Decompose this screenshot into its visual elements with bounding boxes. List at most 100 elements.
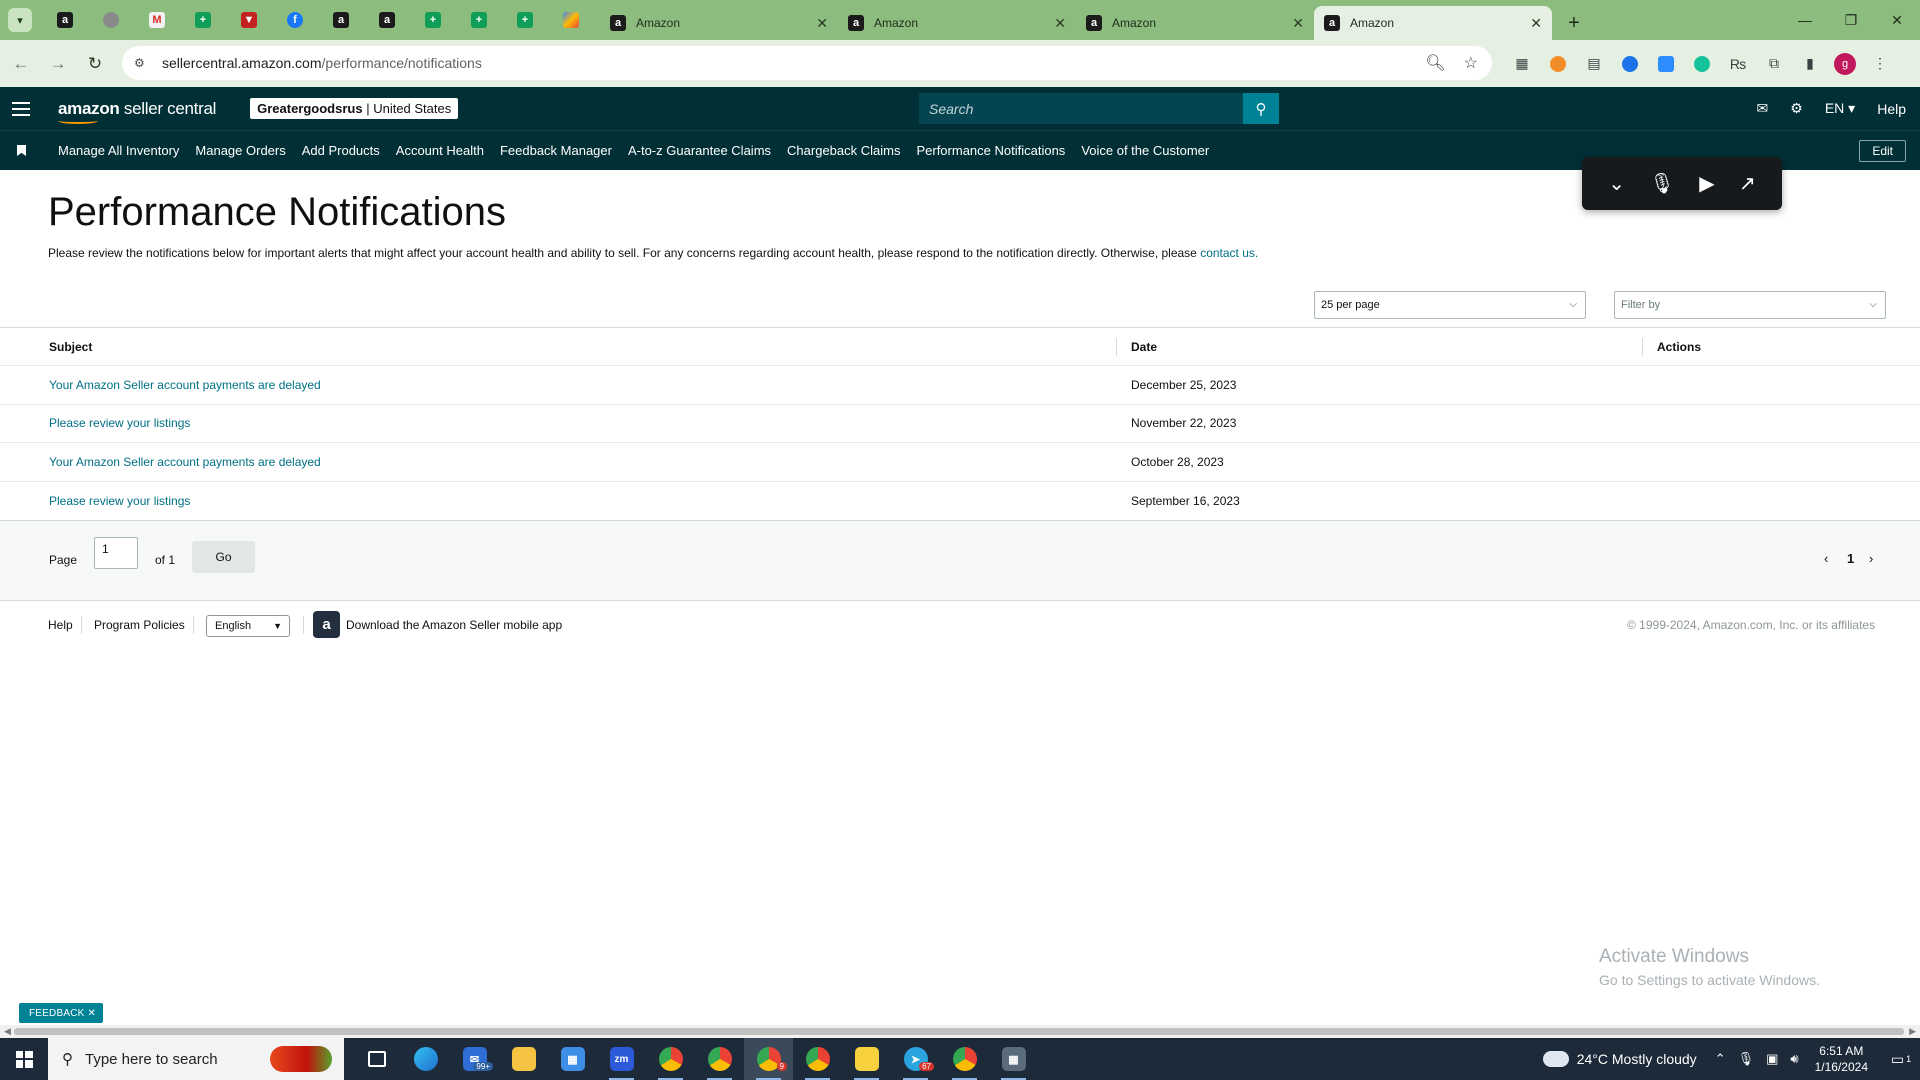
grammarly-icon[interactable] [1690, 52, 1714, 76]
more-menu-icon[interactable]: ⋮ [1868, 52, 1892, 76]
language-dropdown[interactable]: English ▼ [206, 615, 290, 637]
profile-avatar[interactable]: g [1834, 52, 1856, 75]
pinned-tab-facebook[interactable]: f [272, 0, 318, 40]
taskbar-chrome-3[interactable] [793, 1038, 842, 1080]
pinned-tab-multicolor[interactable] [548, 0, 594, 40]
back-button[interactable]: ← [5, 48, 37, 80]
store-selector[interactable]: Greatergoodsrus | United States [250, 98, 459, 119]
feedback-button[interactable]: FEEDBACK ✕ [19, 1003, 104, 1023]
contact-us-link[interactable]: contact us. [1200, 246, 1258, 260]
start-button[interactable] [0, 1038, 48, 1080]
pinned-tab-sheets[interactable]: + [180, 0, 226, 40]
minimize-button[interactable]: — [1782, 0, 1828, 40]
microphone-icon[interactable]: 🎙︎ [1738, 1051, 1755, 1067]
pinned-tab-sheets-3[interactable]: + [456, 0, 502, 40]
nav-manage-orders[interactable]: Manage Orders [195, 143, 285, 158]
address-bar[interactable]: ⚙ sellercentral.amazon.com/performance/n… [122, 46, 1492, 80]
nav-chargeback-claims[interactable]: Chargeback Claims [787, 143, 900, 158]
nav-a-to-z-claims[interactable]: A-to-z Guarantee Claims [628, 143, 771, 158]
taskbar-file-explorer[interactable] [499, 1038, 548, 1080]
taskbar-search[interactable]: ⚲ Type here to search [48, 1038, 344, 1080]
extension-grid-icon[interactable]: ▤ [1582, 52, 1606, 76]
notification-subject-link[interactable]: Please review your listings [49, 416, 190, 430]
chevron-left-icon[interactable]: ‹ [1824, 551, 1828, 566]
volume-icon[interactable]: 🔊︎ [1790, 1051, 1798, 1067]
pinned-tab-sheets-2[interactable]: + [410, 0, 456, 40]
nav-add-products[interactable]: Add Products [302, 143, 380, 158]
pinned-tab-amazon-3[interactable]: a [364, 0, 410, 40]
notification-subject-link[interactable]: Your Amazon Seller account payments are … [49, 455, 321, 469]
close-icon[interactable]: ✕ [816, 15, 828, 32]
task-view-button[interactable] [352, 1038, 401, 1080]
nav-voice-of-customer[interactable]: Voice of the Customer [1081, 143, 1209, 158]
search-button[interactable]: ⚲ [1243, 93, 1279, 124]
camera-icon[interactable]: ▣ [1766, 1051, 1778, 1067]
bookmark-icon[interactable] [17, 145, 26, 156]
pinned-tab-gmail[interactable]: M [134, 0, 180, 40]
notification-subject-link[interactable]: Your Amazon Seller account payments are … [49, 378, 321, 392]
pinned-tab-globe[interactable] [88, 0, 134, 40]
nav-manage-all-inventory[interactable]: Manage All Inventory [58, 143, 179, 158]
program-policies-link[interactable]: Program Policies [94, 618, 185, 632]
puzzle-icon[interactable]: ⧉ [1762, 52, 1786, 76]
gear-icon[interactable]: ⚙ [1790, 100, 1803, 117]
video-camera-icon[interactable]: ▶ [1699, 171, 1714, 196]
sidebar-icon[interactable]: ▮ [1798, 52, 1822, 76]
taskbar-calculator[interactable]: ▦ [989, 1038, 1038, 1080]
pinned-tab-red[interactable]: ▼ [226, 0, 272, 40]
browser-tab-active[interactable]: a Amazon ✕ [1314, 6, 1552, 40]
taskbar-telegram[interactable]: ➤ 67 [891, 1038, 940, 1080]
extension-orange-icon[interactable] [1546, 52, 1570, 76]
taskbar-store[interactable]: ▦ [548, 1038, 597, 1080]
nav-account-health[interactable]: Account Health [396, 143, 484, 158]
url-text[interactable]: sellercentral.amazon.com/performance/not… [162, 55, 482, 71]
restore-button[interactable]: ❐ [1828, 0, 1874, 40]
taskbar-sticky-notes[interactable] [842, 1038, 891, 1080]
weather-widget[interactable]: 24°C Mostly cloudy [1542, 1051, 1697, 1067]
zoom-icon[interactable]: 🔍︎ [1425, 53, 1445, 73]
download-app-link[interactable]: Download the Amazon Seller mobile app [346, 618, 562, 632]
mic-off-icon[interactable]: 🎙︎ [1649, 171, 1674, 196]
amazon-app-icon[interactable]: a [313, 611, 340, 638]
column-header-subject[interactable]: Subject [49, 340, 92, 354]
share-screen-icon[interactable]: ↗ [1739, 171, 1756, 196]
close-icon[interactable]: ✕ [1292, 15, 1304, 32]
new-tab-button[interactable]: + [1560, 9, 1588, 37]
extension-off-icon[interactable]: ▦ [1510, 52, 1534, 76]
extension-rs-icon[interactable]: ₨ [1726, 52, 1750, 76]
chevron-up-icon[interactable]: ⌃ [1715, 1051, 1726, 1067]
search-input[interactable]: Search [919, 93, 1243, 124]
bookmark-star-icon[interactable]: ☆ [1464, 53, 1478, 73]
current-page-number[interactable]: 1 [1847, 551, 1854, 566]
extension-blue-icon[interactable] [1618, 52, 1642, 76]
taskbar-chrome-2[interactable] [695, 1038, 744, 1080]
scroll-right-icon[interactable]: ▶ [1909, 1026, 1916, 1037]
forward-button[interactable]: → [42, 48, 74, 80]
notification-subject-link[interactable]: Please review your listings [49, 494, 190, 508]
close-icon[interactable]: ✕ [1530, 15, 1542, 32]
reload-button[interactable]: ↻ [79, 48, 111, 80]
browser-tab[interactable]: a Amazon ✕ [1076, 6, 1314, 40]
per-page-select[interactable]: 25 per page ⌵ [1314, 291, 1586, 319]
scrollbar-thumb[interactable] [14, 1028, 1904, 1035]
language-selector[interactable]: EN ▾ [1825, 100, 1855, 117]
taskbar-chrome-active[interactable]: 9 [744, 1038, 793, 1080]
help-link[interactable]: Help [1877, 101, 1906, 117]
scroll-left-icon[interactable]: ◀ [4, 1026, 11, 1037]
browser-tab[interactable]: a Amazon ✕ [600, 6, 838, 40]
column-header-date[interactable]: Date [1131, 340, 1157, 354]
chevron-right-icon[interactable]: › [1869, 551, 1873, 566]
tab-search-button[interactable]: ▾ [8, 8, 32, 32]
edit-nav-button[interactable]: Edit [1859, 140, 1906, 162]
pinned-tab-amazon-2[interactable]: a [318, 0, 364, 40]
taskbar-zoom[interactable]: zm [597, 1038, 646, 1080]
nav-performance-notifications[interactable]: Performance Notifications [916, 143, 1065, 158]
site-info-icon[interactable]: ⚙ [134, 56, 152, 70]
seller-central-logo[interactable]: amazon seller central [58, 99, 216, 124]
close-icon[interactable]: ✕ [1054, 15, 1066, 32]
horizontal-scrollbar[interactable]: ◀ ▶ [0, 1025, 1920, 1038]
extension-zm-icon[interactable] [1654, 52, 1678, 76]
pinned-tab-amazon[interactable]: a [42, 0, 88, 40]
pinned-tab-sheets-4[interactable]: + [502, 0, 548, 40]
hamburger-menu-icon[interactable] [12, 101, 30, 116]
